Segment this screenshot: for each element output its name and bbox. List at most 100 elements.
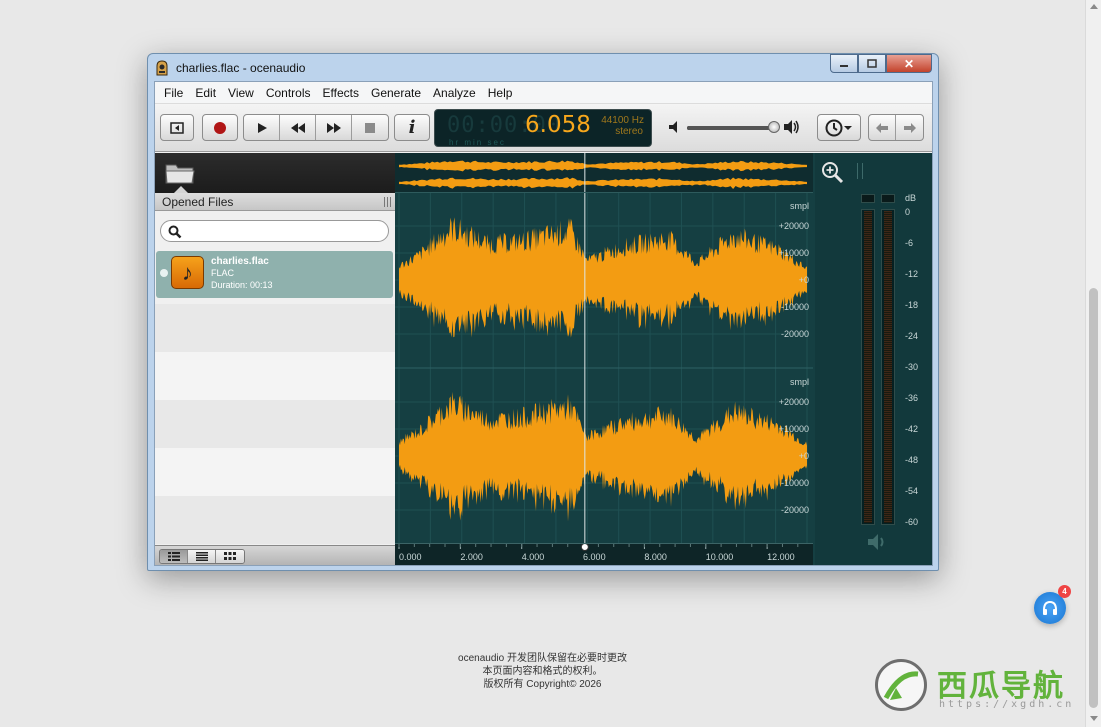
db-tick-label: -60 xyxy=(905,517,919,527)
waveform-editor[interactable]: smpl +20000 +10000 +0 -10000 -20000 smpl +20000… xyxy=(395,153,932,565)
overview-waveform-channel-2 xyxy=(399,177,807,189)
amplitude-tick-label: +20000 xyxy=(779,221,809,231)
db-tick-label: 0 xyxy=(905,207,911,217)
volume-slider-handle[interactable] xyxy=(768,121,780,133)
play-button[interactable] xyxy=(244,115,280,140)
music-note-icon: ♪ xyxy=(171,256,204,289)
record-icon xyxy=(214,121,226,134)
db-tick-label: -24 xyxy=(905,331,919,341)
title-bar[interactable]: charlies.flac - ocenaudio ✕ xyxy=(148,54,938,81)
db-tick-label: -12 xyxy=(905,269,919,279)
fast-forward-button[interactable] xyxy=(316,115,352,140)
rewind-button[interactable] xyxy=(280,115,316,140)
play-icon xyxy=(257,122,267,133)
notification-badge: 4 xyxy=(1058,585,1071,598)
ocenaudio-app-icon xyxy=(156,60,168,76)
forward-button[interactable] xyxy=(896,115,923,140)
scroll-down-arrow-icon[interactable] xyxy=(1090,716,1098,721)
minimize-button[interactable] xyxy=(830,54,858,73)
file-list-item[interactable]: ♪ charlies.flac FLAC Duration: 00:13 xyxy=(156,251,393,298)
stop-button[interactable] xyxy=(352,115,388,140)
waveform-overview[interactable] xyxy=(395,153,813,193)
folder-icon[interactable] xyxy=(165,161,195,185)
menu-help[interactable]: Help xyxy=(482,86,519,100)
list-stripe xyxy=(155,400,395,448)
amplitude-unit-label: smpl xyxy=(790,201,809,211)
ocenaudio-window: charlies.flac - ocenaudio ✕ File Edit Vi… xyxy=(147,53,939,571)
zoom-handle[interactable] xyxy=(857,163,863,179)
amplitude-tick-label: +20000 xyxy=(779,397,809,407)
list-stripe xyxy=(155,448,395,496)
playhead-handle[interactable] xyxy=(580,543,589,551)
db-unit-label: dB xyxy=(905,193,917,203)
time-tick-label: 2.000 xyxy=(460,552,483,562)
maximize-button[interactable] xyxy=(858,54,886,73)
peak-indicator-right xyxy=(881,194,895,203)
fast-forward-icon xyxy=(326,122,341,133)
volume-high-icon[interactable] xyxy=(783,118,801,136)
site-watermark: 西瓜导航 https://xgdh.cn xyxy=(873,657,1088,717)
db-tick-label: -30 xyxy=(905,362,919,372)
waveform-display[interactable]: smpl +20000 +10000 +0 -10000 -20000 smpl +20000… xyxy=(395,193,813,543)
menu-edit[interactable]: Edit xyxy=(189,86,222,100)
menu-view[interactable]: View xyxy=(222,86,260,100)
menu-analyze[interactable]: Analyze xyxy=(427,86,482,100)
arrow-left-icon xyxy=(876,122,888,133)
amplitude-tick-label: -10000 xyxy=(781,478,809,488)
panel-title-bar: Opened Files xyxy=(155,193,395,211)
grid-view-button[interactable] xyxy=(216,550,244,563)
time-tick-label: 8.000 xyxy=(644,552,667,562)
info-button[interactable]: i xyxy=(394,114,430,141)
record-button[interactable] xyxy=(202,114,238,141)
clock-icon xyxy=(825,119,843,136)
amplitude-tick-label: -10000 xyxy=(781,302,809,312)
volume-low-icon[interactable] xyxy=(668,120,682,134)
menu-controls[interactable]: Controls xyxy=(260,86,317,100)
db-tick-label: -6 xyxy=(905,238,914,248)
watermark-logo xyxy=(875,659,927,711)
chevron-down-icon xyxy=(844,125,852,130)
time-tick-label: 0.000 xyxy=(399,552,422,562)
time-tick-label: 4.000 xyxy=(522,552,545,562)
skip-to-start-icon xyxy=(170,121,184,134)
time-ruler[interactable]: 0.000 2.000 4.000 6.000 8.000 10.000 12.000 xyxy=(395,543,813,565)
level-meter-left xyxy=(861,209,875,525)
panel-resize-grip[interactable] xyxy=(384,197,391,207)
go-to-start-button[interactable] xyxy=(160,114,194,141)
db-tick-label: -36 xyxy=(905,393,919,403)
panel-tab-notch xyxy=(174,186,188,193)
volume-slider[interactable] xyxy=(687,126,777,130)
time-tick-label: 10.000 xyxy=(706,552,734,562)
menu-effects[interactable]: Effects xyxy=(317,86,365,100)
amplitude-unit-label: smpl xyxy=(790,377,809,387)
file-search-input[interactable] xyxy=(160,220,389,242)
waveform-channel-1 xyxy=(399,217,807,338)
watermark-url: https://xgdh.cn xyxy=(939,699,1075,710)
zoom-in-icon[interactable] xyxy=(821,161,845,185)
db-tick-label: -18 xyxy=(905,300,919,310)
history-dropdown-button[interactable] xyxy=(817,114,861,141)
page-scrollbar[interactable] xyxy=(1085,0,1101,727)
back-button[interactable] xyxy=(869,115,896,140)
amplitude-tick-label: -20000 xyxy=(781,329,809,339)
list-view-button[interactable] xyxy=(188,550,216,563)
watermelon-logo-icon xyxy=(883,671,919,700)
list-stripe xyxy=(155,304,395,352)
scroll-up-arrow-icon[interactable] xyxy=(1090,4,1098,9)
menu-file[interactable]: File xyxy=(158,86,189,100)
speaker-icon[interactable] xyxy=(867,533,889,551)
arrow-right-icon xyxy=(903,122,916,133)
window-client-area: File Edit View Controls Effects Generate… xyxy=(154,81,933,566)
transport-toolbar: i 00:00:00 6.058 44100 Hz stereo hr min … xyxy=(155,104,932,152)
menu-generate[interactable]: Generate xyxy=(365,86,427,100)
scrollbar-thumb[interactable] xyxy=(1089,288,1098,708)
detail-view-button[interactable] xyxy=(160,550,188,563)
time-units: hr min sec xyxy=(449,138,506,147)
list-icon xyxy=(195,552,208,561)
file-type: FLAC xyxy=(211,268,235,278)
info-icon: i xyxy=(408,117,416,138)
close-button[interactable]: ✕ xyxy=(886,54,932,73)
panel-footer xyxy=(155,545,395,565)
peak-indicator-left xyxy=(861,194,875,203)
time-ruler-ticks: 0.000 2.000 4.000 6.000 8.000 10.000 12.000 xyxy=(398,543,799,562)
